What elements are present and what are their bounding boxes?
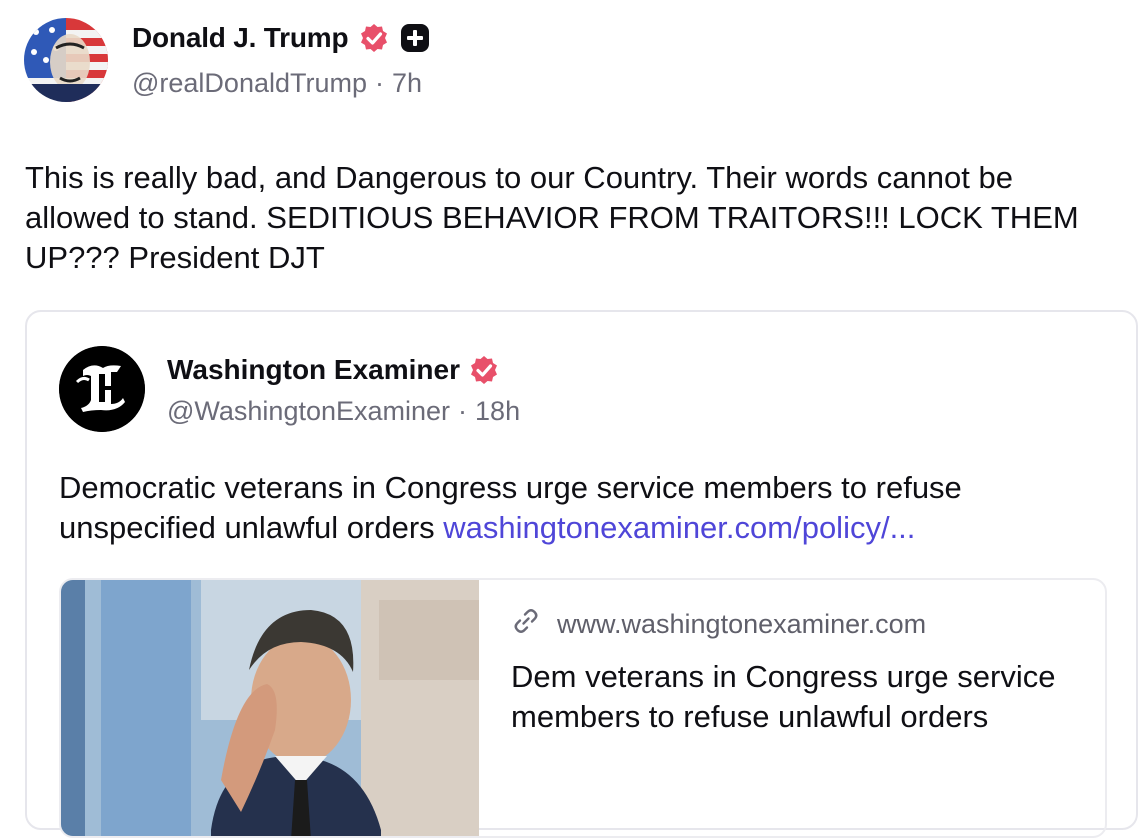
link-icon [511, 606, 541, 643]
author-meta: @realDonaldTrump · 7h [132, 68, 422, 99]
quote-author-meta: @WashingtonExaminer · 18h [167, 396, 520, 427]
plus-badge-icon [400, 23, 430, 53]
link-preview-info: www.washingtonexaminer.com Dem veterans … [511, 606, 1071, 737]
verified-badge-icon [358, 22, 390, 54]
link-preview-domain: www.washingtonexaminer.com [557, 609, 927, 639]
quote-inline-link[interactable]: washingtonexaminer.com/policy/... [443, 510, 915, 545]
quote-author-handle[interactable]: @WashingtonExaminer [167, 396, 450, 427]
meta-separator: · [375, 68, 384, 98]
quote-author-name[interactable]: Washington Examiner [167, 354, 460, 386]
author-name[interactable]: Donald J. Trump [132, 22, 349, 54]
quote-author-avatar[interactable] [59, 346, 145, 432]
quote-timestamp[interactable]: 18h [475, 396, 520, 427]
post-body: This is really bad, and Dangerous to our… [25, 160, 1079, 275]
post-timestamp[interactable]: 7h [392, 68, 422, 99]
quote-body: Democratic veterans in Congress urge ser… [59, 468, 1109, 548]
link-preview-thumbnail [61, 580, 479, 836]
verified-badge-icon [468, 354, 500, 386]
quoted-post-card[interactable]: Washington Examiner @WashingtonExaminer … [25, 310, 1138, 838]
link-preview-title[interactable]: Dem veterans in Congress urge service me… [511, 657, 1071, 737]
author-avatar-image [24, 18, 108, 102]
author-avatar[interactable] [24, 18, 108, 102]
meta-separator: · [458, 396, 468, 426]
author-handle[interactable]: @realDonaldTrump [132, 68, 367, 99]
link-preview-card[interactable]: www.washingtonexaminer.com Dem veterans … [59, 578, 1107, 838]
washington-examiner-logo [59, 346, 145, 432]
